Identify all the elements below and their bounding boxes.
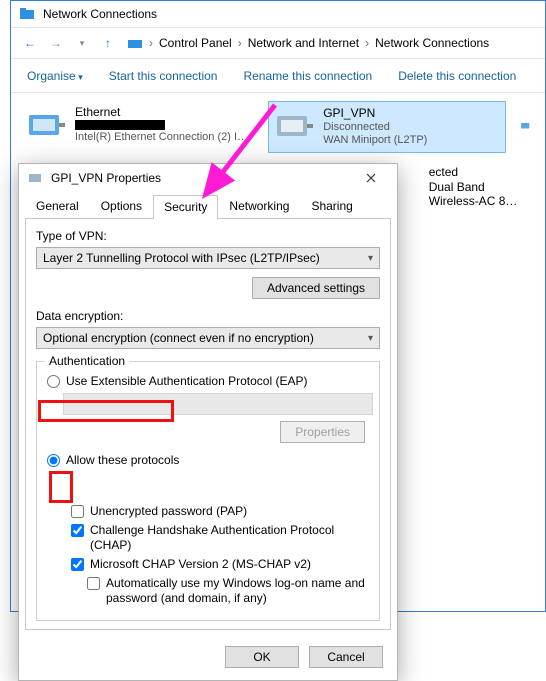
tab-options[interactable]: Options bbox=[90, 194, 153, 218]
chevron-down-icon: ▾ bbox=[368, 253, 373, 264]
nav-history-button[interactable]: ▾ bbox=[71, 32, 93, 54]
checkbox-pap-label: Unencrypted password (PAP) bbox=[90, 504, 247, 519]
vpn-properties-dialog: GPI_VPN Properties General Options Secur… bbox=[18, 163, 398, 681]
dialog-footer: OK Cancel bbox=[19, 636, 397, 680]
start-connection-link[interactable]: Start this connection bbox=[109, 69, 218, 83]
delete-connection-link[interactable]: Delete this connection bbox=[398, 69, 516, 83]
connection-status: Disconnected bbox=[323, 121, 427, 133]
vpn-type-select[interactable]: Layer 2 Tunnelling Protocol with IPsec (… bbox=[36, 247, 380, 269]
cancel-button[interactable]: Cancel bbox=[309, 646, 383, 668]
nic-icon bbox=[520, 105, 531, 147]
tab-networking[interactable]: Networking bbox=[218, 194, 300, 218]
checkbox-chap-label: Challenge Handshake Authentication Proto… bbox=[90, 523, 369, 553]
connection-wifi-partial[interactable]: ected Dual Band Wireless-AC 8… bbox=[384, 161, 535, 212]
window-title: Network Connections bbox=[43, 7, 157, 21]
connection-name: GPI_VPN bbox=[323, 106, 427, 120]
radio-allow-input[interactable] bbox=[47, 454, 60, 467]
network-folder-icon bbox=[19, 6, 35, 22]
chevron-down-icon: ▾ bbox=[368, 333, 373, 344]
eap-method-select bbox=[63, 393, 373, 415]
radio-eap-label: Use Extensible Authentication Protocol (… bbox=[66, 374, 307, 389]
encryption-label: Data encryption: bbox=[36, 309, 380, 323]
ok-button[interactable]: OK bbox=[225, 646, 299, 668]
encryption-select[interactable]: Optional encryption (connect even if no … bbox=[36, 327, 380, 349]
ethernet-icon bbox=[25, 105, 67, 147]
security-tab-panel: Type of VPN: Layer 2 Tunnelling Protocol… bbox=[25, 218, 391, 630]
redacted-text bbox=[75, 120, 165, 130]
checkbox-chap-input[interactable] bbox=[71, 524, 84, 537]
connection-gpi-vpn[interactable]: GPI_VPN Disconnected WAN Miniport (L2TP) bbox=[268, 101, 505, 153]
checkbox-pap[interactable]: Unencrypted password (PAP) bbox=[71, 504, 369, 519]
checkbox-mschap[interactable]: Microsoft CHAP Version 2 (MS-CHAP v2) bbox=[71, 557, 369, 572]
organise-menu[interactable]: Organise bbox=[27, 69, 83, 83]
eap-properties-button: Properties bbox=[280, 421, 365, 443]
radio-allow-protocols[interactable]: Allow these protocols bbox=[47, 453, 369, 468]
checkbox-winlogon[interactable]: Automatically use my Windows log-on name… bbox=[87, 576, 369, 606]
connection-name: Ethernet bbox=[75, 105, 248, 119]
radio-allow-label: Allow these protocols bbox=[66, 453, 179, 468]
rename-connection-link[interactable]: Rename this connection bbox=[243, 69, 372, 83]
nav-row: ← → ▾ ↑ › Control Panel › Network and In… bbox=[11, 27, 545, 59]
dialog-title: GPI_VPN Properties bbox=[51, 171, 161, 185]
checkbox-winlogon-input[interactable] bbox=[87, 577, 100, 590]
radio-eap-input[interactable] bbox=[47, 375, 60, 388]
checkbox-mschap-input[interactable] bbox=[71, 558, 84, 571]
connection-adapter: Intel(R) Ethernet Connection (2) I… bbox=[75, 131, 248, 143]
tab-security[interactable]: Security bbox=[153, 195, 218, 219]
address-bar[interactable]: › Control Panel › Network and Internet ›… bbox=[123, 35, 537, 51]
vpn-type-label: Type of VPN: bbox=[36, 229, 380, 243]
breadcrumb-2[interactable]: Network and Internet bbox=[248, 36, 359, 50]
radio-eap[interactable]: Use Extensible Authentication Protocol (… bbox=[47, 374, 369, 389]
address-icon bbox=[127, 35, 143, 51]
crumb-sep-icon: › bbox=[149, 36, 153, 50]
checkbox-pap-input[interactable] bbox=[71, 505, 84, 518]
authentication-group: Authentication Use Extensible Authentica… bbox=[36, 361, 380, 621]
nav-back-button[interactable]: ← bbox=[19, 32, 41, 54]
tab-strip: General Options Security Networking Shar… bbox=[19, 194, 397, 218]
checkbox-winlogon-label: Automatically use my Windows log-on name… bbox=[106, 576, 366, 606]
connection-adapter: Dual Band Wireless-AC 8… bbox=[429, 180, 531, 208]
authentication-legend: Authentication bbox=[45, 354, 129, 368]
window-titlebar: Network Connections bbox=[11, 1, 545, 27]
connection-row-1: Ethernet Intel(R) Ethernet Connection (2… bbox=[11, 93, 545, 161]
checkbox-mschap-label: Microsoft CHAP Version 2 (MS-CHAP v2) bbox=[90, 557, 311, 572]
connection-status: ected bbox=[429, 165, 531, 179]
breadcrumb-3[interactable]: Network Connections bbox=[375, 36, 489, 50]
close-icon bbox=[366, 173, 376, 183]
advanced-settings-button[interactable]: Advanced settings bbox=[252, 277, 380, 299]
connection-adapter: WAN Miniport (L2TP) bbox=[323, 134, 427, 146]
checkbox-chap[interactable]: Challenge Handshake Authentication Proto… bbox=[71, 523, 369, 553]
encryption-value: Optional encryption (connect even if no … bbox=[43, 331, 314, 345]
nav-up-button[interactable]: ↑ bbox=[97, 32, 119, 54]
dialog-titlebar: GPI_VPN Properties bbox=[19, 164, 397, 192]
tab-sharing[interactable]: Sharing bbox=[300, 194, 363, 218]
close-button[interactable] bbox=[353, 167, 389, 189]
nav-forward-button[interactable]: → bbox=[45, 32, 67, 54]
dialog-icon bbox=[27, 170, 43, 186]
crumb-sep-icon: › bbox=[238, 36, 242, 50]
connection-ethernet[interactable]: Ethernet Intel(R) Ethernet Connection (2… bbox=[21, 101, 258, 153]
vpn-icon bbox=[273, 106, 315, 148]
command-bar: Organise Start this connection Rename th… bbox=[11, 59, 545, 93]
crumb-sep-icon: › bbox=[365, 36, 369, 50]
connection-partial[interactable] bbox=[516, 101, 535, 153]
vpn-type-value: Layer 2 Tunnelling Protocol with IPsec (… bbox=[43, 251, 320, 265]
tab-general[interactable]: General bbox=[25, 194, 90, 218]
breadcrumb-1[interactable]: Control Panel bbox=[159, 36, 232, 50]
